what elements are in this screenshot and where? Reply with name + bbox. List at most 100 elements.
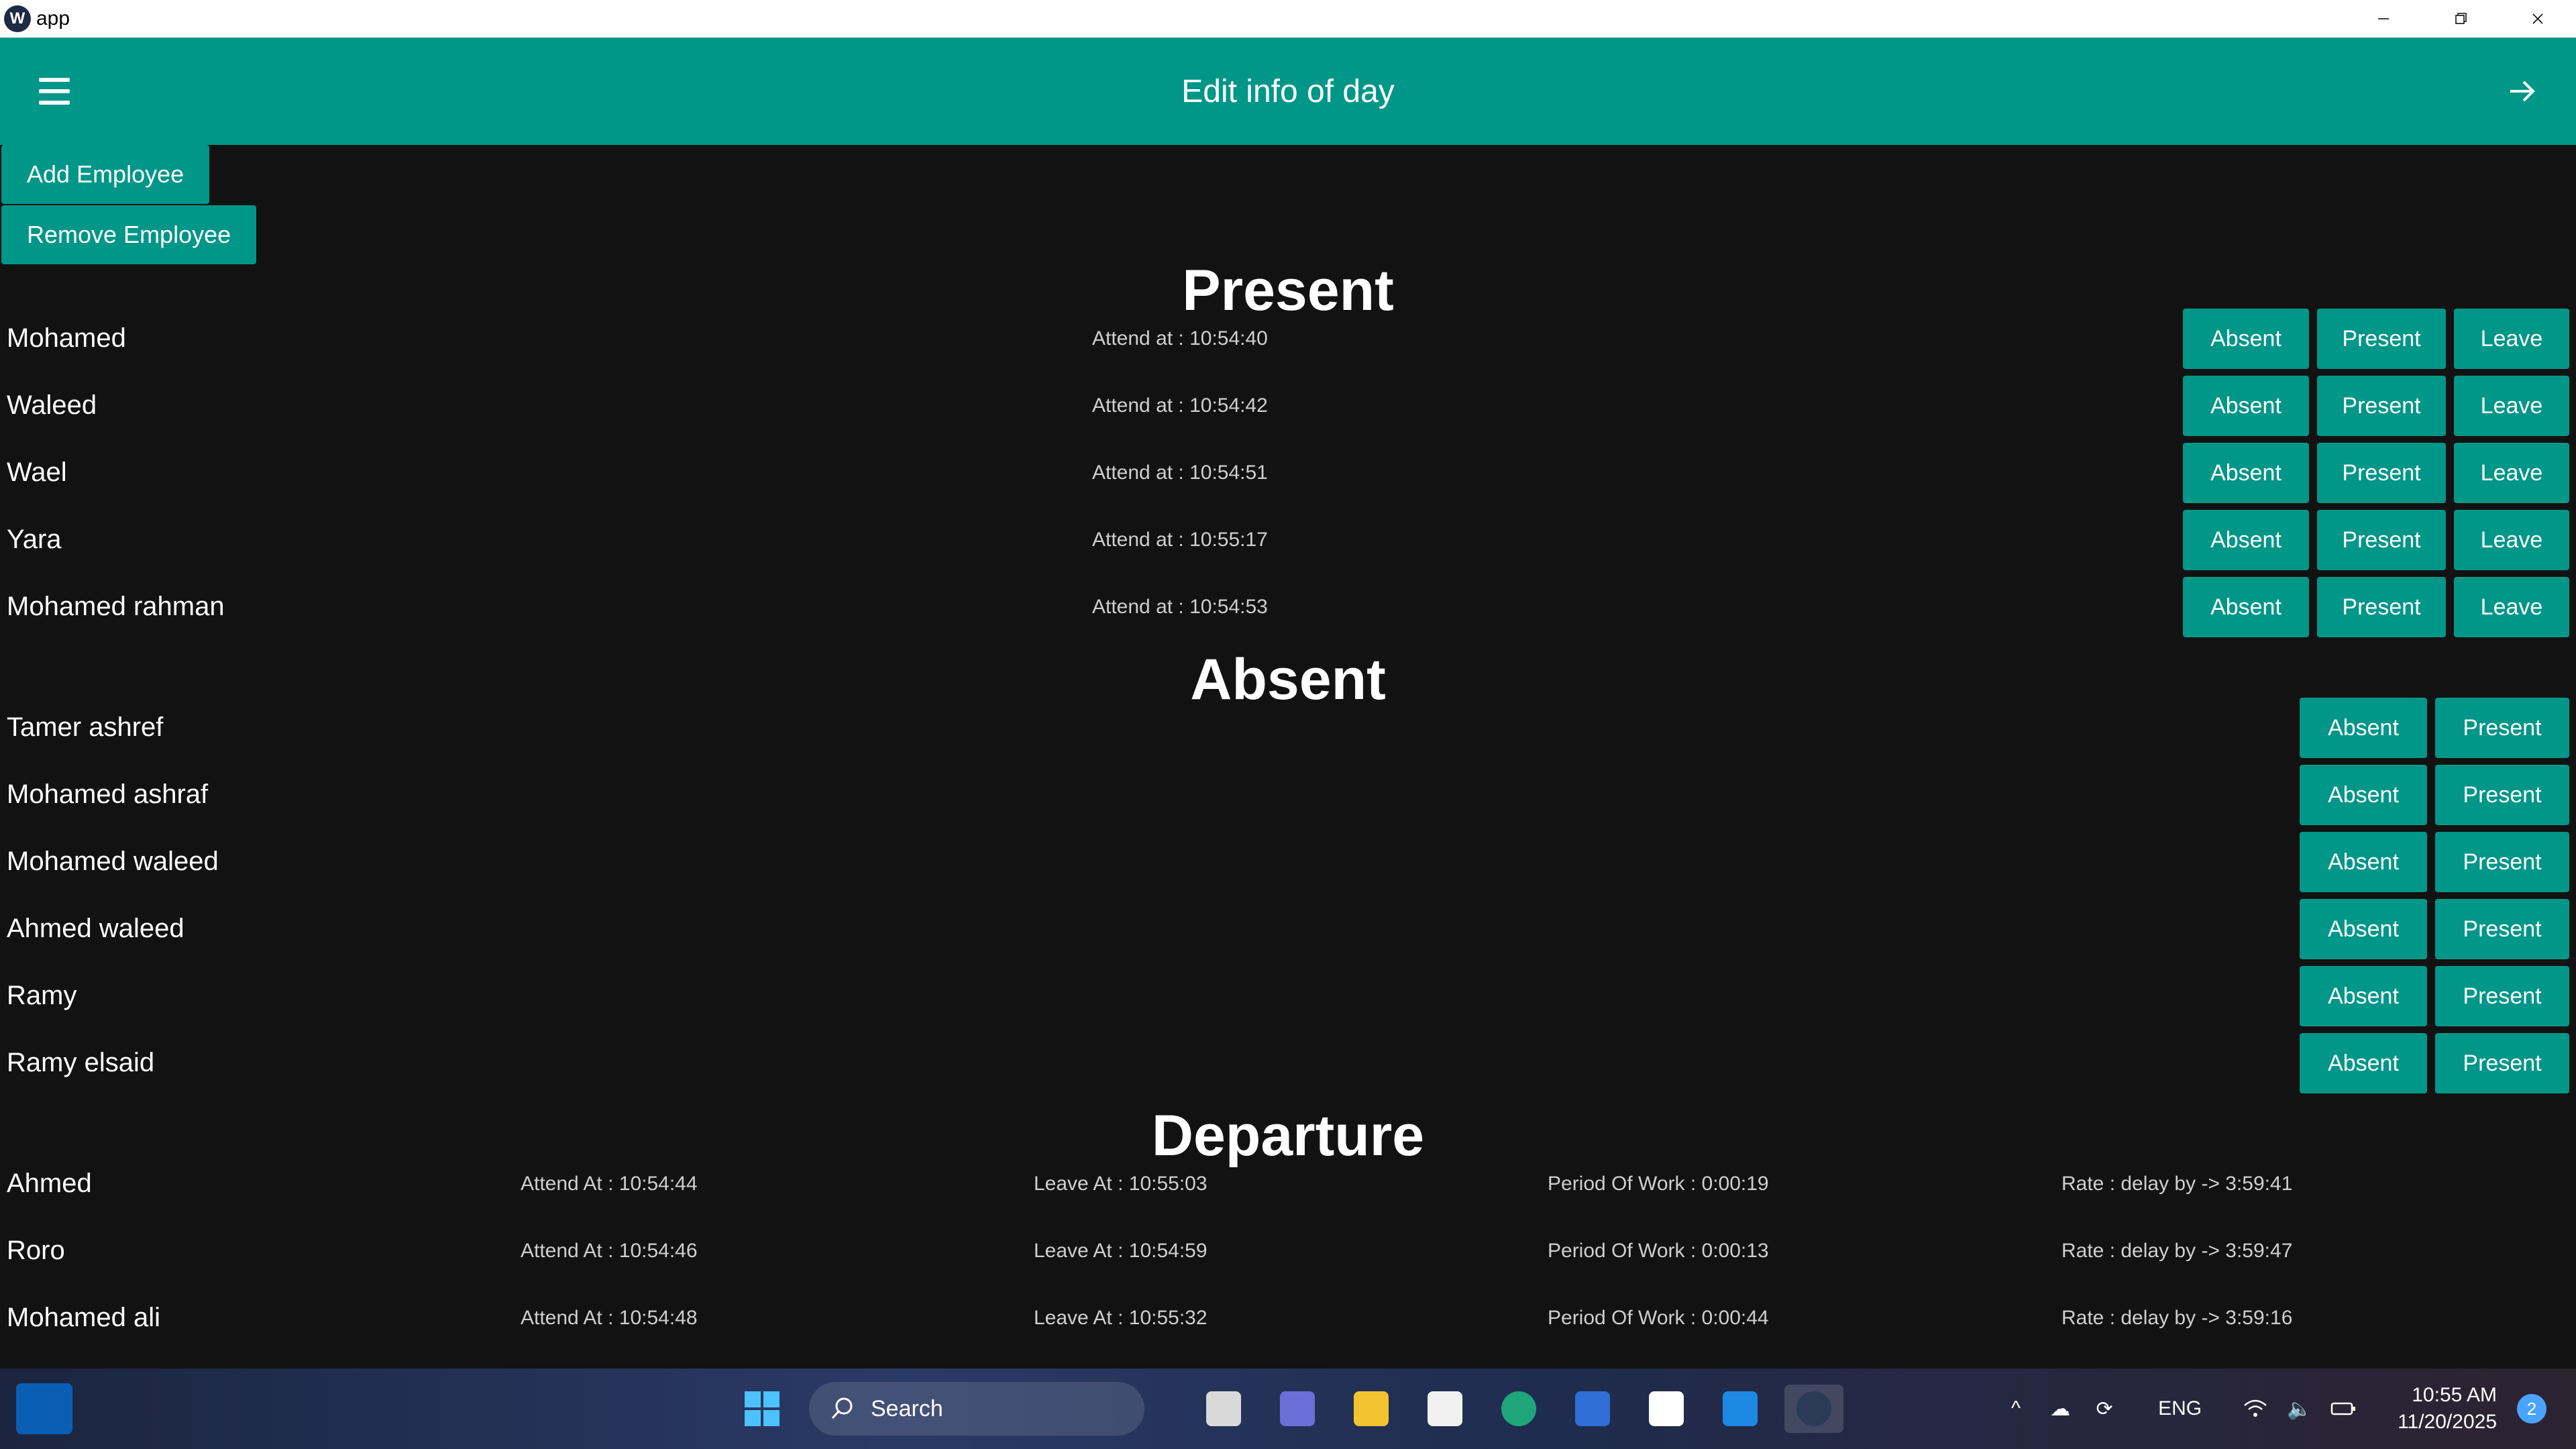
- window-title: app: [36, 7, 70, 30]
- hamburger-menu-icon[interactable]: [39, 78, 79, 105]
- cloud-icon[interactable]: ☁: [2047, 1395, 2074, 1422]
- search-icon: [831, 1397, 853, 1419]
- present-row: Yara Attend at : 10:55:17 Absent Present…: [0, 510, 2576, 570]
- employee-name: Ahmed: [7, 1169, 92, 1198]
- mark-absent-button[interactable]: Absent: [2300, 765, 2427, 825]
- battery-icon[interactable]: [2330, 1395, 2357, 1422]
- volume-icon[interactable]: 🔈: [2286, 1395, 2313, 1422]
- system-tray: ^ ☁ ⟳ ENG 🔈 10:55 AM 11/20/2025 2: [2002, 1368, 2576, 1449]
- rate-text: Rate : delay by -> 3:59:47: [2061, 1240, 2293, 1262]
- absent-row: Mohamed waleed Absent Present: [0, 832, 2576, 892]
- minimize-icon[interactable]: [2345, 0, 2422, 38]
- widgets-icon[interactable]: [16, 1383, 72, 1434]
- mark-absent-button[interactable]: Absent: [2300, 832, 2427, 892]
- attend-time: Attend at : 10:54:42: [1092, 394, 1268, 417]
- mark-leave-button[interactable]: Leave: [2454, 376, 2569, 436]
- mark-absent-button[interactable]: Absent: [2300, 899, 2427, 959]
- mark-absent-button[interactable]: Absent: [2300, 966, 2427, 1026]
- sync-icon[interactable]: ⟳: [2091, 1395, 2118, 1422]
- mark-present-button[interactable]: Present: [2435, 899, 2569, 959]
- restore-icon[interactable]: [2422, 0, 2499, 38]
- leave-time: Leave At : 10:55:03: [1034, 1173, 1208, 1195]
- departure-row: Roro Attend At : 10:54:46 Leave At : 10:…: [0, 1221, 2576, 1281]
- notification-badge[interactable]: 2: [2517, 1394, 2546, 1424]
- mark-absent-button[interactable]: Absent: [2183, 443, 2309, 503]
- employee-name: Mohamed ali: [7, 1303, 161, 1332]
- page-title: Edit info of day: [1181, 73, 1395, 109]
- mark-leave-button[interactable]: Leave: [2454, 309, 2569, 369]
- wifi-icon[interactable]: [2242, 1395, 2269, 1422]
- flutter-app-icon[interactable]: [1784, 1385, 1843, 1433]
- mark-absent-button[interactable]: Absent: [2183, 577, 2309, 637]
- mark-absent-button[interactable]: Absent: [2183, 510, 2309, 570]
- attend-time: Attend at : 10:55:17: [1092, 529, 1268, 551]
- mark-present-button[interactable]: Present: [2317, 510, 2446, 570]
- app-logo-icon: W: [4, 5, 31, 32]
- present-row: Waleed Attend at : 10:54:42 Absent Prese…: [0, 376, 2576, 436]
- clock-date: 11/20/2025: [2398, 1411, 2497, 1433]
- mark-present-button[interactable]: Present: [2435, 832, 2569, 892]
- employee-name: Mohamed: [7, 323, 126, 353]
- mark-absent-button[interactable]: Absent: [2300, 698, 2427, 758]
- attend-time: Attend at : 10:54:51: [1092, 462, 1268, 484]
- mark-leave-button[interactable]: Leave: [2454, 577, 2569, 637]
- mark-absent-button[interactable]: Absent: [2300, 1033, 2427, 1093]
- employee-name: Ramy: [7, 981, 77, 1010]
- file-explorer-icon[interactable]: [1342, 1385, 1401, 1433]
- leave-time: Leave At : 10:54:59: [1034, 1240, 1208, 1262]
- clock[interactable]: 10:55 AM 11/20/2025: [2398, 1382, 2497, 1436]
- absent-row: Ramy elsaid Absent Present: [0, 1033, 2576, 1093]
- absent-row: Ahmed waleed Absent Present: [0, 899, 2576, 959]
- mark-absent-button[interactable]: Absent: [2183, 376, 2309, 436]
- mark-present-button[interactable]: Present: [2435, 966, 2569, 1026]
- app-icon[interactable]: [1563, 1385, 1622, 1433]
- mark-present-button[interactable]: Present: [2317, 577, 2446, 637]
- period-of-work: Period Of Work : 0:00:44: [1548, 1307, 1769, 1329]
- attend-time: Attend at : 10:54:53: [1092, 596, 1268, 618]
- mark-leave-button[interactable]: Leave: [2454, 510, 2569, 570]
- mark-absent-button[interactable]: Absent: [2183, 309, 2309, 369]
- employee-name: Roro: [7, 1236, 65, 1265]
- employee-name: Mohamed waleed: [7, 847, 219, 876]
- taskbar: Search ^ ☁ ⟳ ENG 🔈 10:55 AM 11/20/2025 2: [0, 1368, 2576, 1449]
- period-of-work: Period Of Work : 0:00:13: [1548, 1240, 1769, 1262]
- employee-name: Yara: [7, 525, 62, 554]
- present-row: Wael Attend at : 10:54:51 Absent Present…: [0, 443, 2576, 503]
- remove-employee-button[interactable]: Remove Employee: [1, 205, 257, 264]
- absent-row: Tamer ashref Absent Present: [0, 698, 2576, 758]
- attend-time: Attend at : 10:54:40: [1092, 327, 1268, 350]
- teams-icon[interactable]: [1268, 1385, 1327, 1433]
- app-bar: Edit info of day: [0, 38, 2576, 145]
- windows-start-icon[interactable]: [733, 1385, 792, 1433]
- attend-time: Attend At : 10:54:46: [521, 1240, 698, 1262]
- notion-icon[interactable]: [1637, 1385, 1696, 1433]
- close-icon[interactable]: [2499, 0, 2576, 38]
- file-icon[interactable]: [1194, 1385, 1253, 1433]
- store-icon[interactable]: [1415, 1385, 1474, 1433]
- add-employee-button[interactable]: Add Employee: [1, 145, 210, 204]
- edge-icon[interactable]: [1489, 1385, 1548, 1433]
- chevron-up-icon[interactable]: ^: [2002, 1395, 2029, 1422]
- mark-present-button[interactable]: Present: [2435, 765, 2569, 825]
- attend-time: Attend At : 10:54:48: [521, 1307, 698, 1329]
- mark-present-button[interactable]: Present: [2435, 698, 2569, 758]
- mark-present-button[interactable]: Present: [2317, 309, 2446, 369]
- departure-row: Ahmed Attend At : 10:54:44 Leave At : 10…: [0, 1154, 2576, 1214]
- language-indicator[interactable]: ENG: [2158, 1397, 2202, 1420]
- rate-text: Rate : delay by -> 3:59:16: [2061, 1307, 2293, 1329]
- mark-leave-button[interactable]: Leave: [2454, 443, 2569, 503]
- employee-name: Mohamed ashraf: [7, 780, 209, 809]
- mark-present-button[interactable]: Present: [2317, 443, 2446, 503]
- mark-present-button[interactable]: Present: [2435, 1033, 2569, 1093]
- departure-row: Mohamed ali Attend At : 10:54:48 Leave A…: [0, 1288, 2576, 1348]
- mark-present-button[interactable]: Present: [2317, 376, 2446, 436]
- arrow-right-icon[interactable]: [2498, 67, 2546, 115]
- employee-name: Ramy elsaid: [7, 1048, 155, 1077]
- rate-text: Rate : delay by -> 3:59:41: [2061, 1173, 2293, 1195]
- present-row: Mohamed rahman Attend at : 10:54:53 Abse…: [0, 577, 2576, 637]
- period-of-work: Period Of Work : 0:00:19: [1548, 1173, 1769, 1195]
- attend-time: Attend At : 10:54:44: [521, 1173, 698, 1195]
- taskbar-search-box[interactable]: Search: [809, 1382, 1144, 1436]
- vscode-icon[interactable]: [1711, 1385, 1770, 1433]
- present-row: Mohamed Attend at : 10:54:40 Absent Pres…: [0, 309, 2576, 369]
